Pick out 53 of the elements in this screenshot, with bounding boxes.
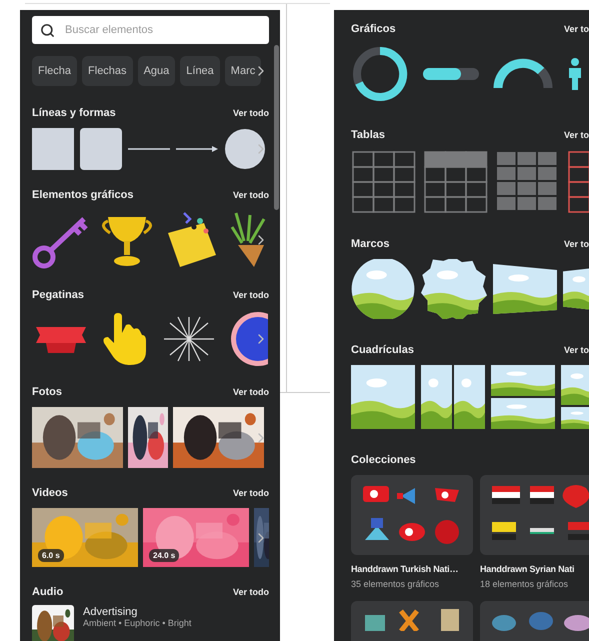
see-all-link[interactable]: Ver todo bbox=[232, 190, 269, 200]
collection-count: 35 elementos gráficos bbox=[351, 579, 440, 589]
search-icon bbox=[40, 22, 55, 38]
suggestion-chip[interactable]: Flecha bbox=[32, 56, 78, 86]
section-title: Colecciones bbox=[351, 454, 416, 466]
section-title: Tablas bbox=[351, 129, 386, 141]
see-all-link[interactable]: Ver to bbox=[564, 130, 589, 140]
see-all-link[interactable]: Ver todo bbox=[232, 290, 269, 300]
progress-bar-drawing[interactable] bbox=[423, 68, 479, 80]
search-field[interactable]: Buscar elementos bbox=[32, 16, 269, 44]
two-row-grid-drawing[interactable] bbox=[491, 365, 555, 429]
see-all-link[interactable]: Ver todo bbox=[232, 488, 269, 498]
section-title: Elementos gráficos bbox=[32, 189, 134, 201]
line-shape[interactable] bbox=[128, 147, 170, 151]
audio-title[interactable]: Advertising bbox=[83, 606, 192, 618]
suggestion-chip[interactable]: Línea bbox=[180, 56, 220, 86]
circle-shape[interactable] bbox=[224, 128, 266, 170]
scrollbar-thumb[interactable] bbox=[274, 45, 278, 210]
two-column-grid-drawing[interactable] bbox=[421, 365, 485, 429]
see-all-link[interactable]: Ver todo bbox=[232, 587, 269, 597]
audio-tags: Ambient • Euphoric • Bright bbox=[83, 618, 192, 628]
suggestion-chip[interactable]: Agua bbox=[138, 56, 176, 86]
section-title: Videos bbox=[32, 487, 68, 499]
gauge-drawing[interactable] bbox=[493, 58, 553, 90]
section-title: Fotos bbox=[32, 386, 62, 398]
collection-count: 18 elementos gráficos bbox=[480, 579, 570, 589]
section-title: Marcos bbox=[351, 238, 390, 250]
duration-badge: 6.0 s bbox=[38, 549, 64, 562]
section-title: Pegatinas bbox=[32, 289, 84, 301]
donut-drawing[interactable] bbox=[351, 45, 409, 103]
person-icon[interactable] bbox=[567, 58, 583, 90]
tilted-frame-drawing[interactable] bbox=[493, 264, 557, 314]
single-grid-drawing[interactable] bbox=[351, 365, 415, 429]
section-title: Cuadrículas bbox=[351, 344, 414, 356]
section-title: Gráficos bbox=[351, 23, 396, 35]
see-all-link[interactable]: Ver to bbox=[564, 239, 589, 249]
section-title: Audio bbox=[32, 586, 64, 598]
see-all-link[interactable]: Ver todo bbox=[232, 108, 269, 118]
arrow-shape[interactable] bbox=[176, 145, 218, 153]
four-cell-grid-drawing[interactable] bbox=[561, 365, 589, 429]
see-all-link[interactable]: Ver to bbox=[564, 24, 589, 34]
search-input[interactable]: Buscar elementos bbox=[63, 23, 261, 37]
collection-name[interactable]: Handdrawn Turkish Nati… bbox=[351, 564, 473, 574]
collection-name[interactable]: Handdrawn Syrian Nati bbox=[480, 564, 589, 574]
duration-badge: 24.0 s bbox=[149, 549, 180, 562]
see-all-link[interactable]: Ver todo bbox=[232, 387, 269, 397]
collection-card[interactable] bbox=[480, 475, 589, 555]
table-drawing[interactable] bbox=[351, 150, 417, 213]
section-title: Líneas y formas bbox=[32, 107, 116, 119]
table-drawing[interactable] bbox=[423, 150, 489, 213]
suggestion-chip[interactable]: Flechas bbox=[82, 56, 133, 86]
see-all-link[interactable]: Ver to bbox=[564, 345, 589, 355]
suggestion-chip[interactable]: Marc bbox=[224, 56, 262, 86]
